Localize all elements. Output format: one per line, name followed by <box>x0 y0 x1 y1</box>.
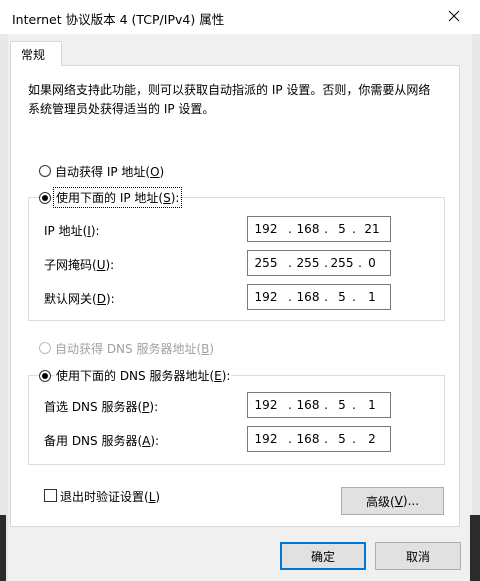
tab-label: 常规 <box>21 48 46 62</box>
background-window-edge <box>472 34 480 581</box>
manual-dns-radio[interactable] <box>39 370 51 382</box>
subnet-mask-input[interactable]: 255. 255. 255. 0 <box>247 250 391 276</box>
ok-button[interactable]: 确定 <box>280 542 366 570</box>
auto-dns-radio[interactable] <box>39 342 51 354</box>
manual-ip-label[interactable]: 使用下面的 IP 地址(S): <box>52 187 183 208</box>
close-button[interactable] <box>440 2 468 30</box>
manual-dns-label[interactable]: 使用下面的 DNS 服务器地址(E): <box>55 367 232 384</box>
preferred-dns-input[interactable]: 192. 168. 5. 1 <box>247 392 391 418</box>
alternate-dns-input[interactable]: 192. 168. 5. 2 <box>247 426 391 452</box>
description-text: 如果网络支持此功能，则可以获取自动指派的 IP 设置。否则，你需要从网络系统管理… <box>28 83 431 116</box>
close-icon <box>448 10 460 22</box>
background-window-edge <box>0 515 6 581</box>
background-window-edge <box>470 515 480 581</box>
auto-dns-label[interactable]: 自动获得 DNS 服务器地址(B) <box>55 340 214 357</box>
alternate-dns-label: 备用 DNS 服务器(A): <box>44 434 160 448</box>
ip-address-input[interactable]: 192. 168. 5. 21 <box>247 216 391 242</box>
cancel-button[interactable]: 取消 <box>375 542 461 570</box>
subnet-mask-label: 子网掩码(U): <box>44 258 115 272</box>
preferred-dns-label: 首选 DNS 服务器(P): <box>44 400 159 414</box>
validate-on-exit-label[interactable]: 退出时验证设置(L) <box>60 488 160 505</box>
auto-ip-radio[interactable] <box>39 165 51 177</box>
manual-ip-radio[interactable] <box>39 192 51 204</box>
auto-ip-label[interactable]: 自动获得 IP 地址(O) <box>55 163 164 180</box>
default-gateway-input[interactable]: 192. 168. 5. 1 <box>247 284 391 310</box>
tab-general[interactable]: 常规 <box>10 41 62 66</box>
default-gateway-label: 默认网关(D): <box>44 292 115 306</box>
ip-address-label: IP 地址(I): <box>44 224 100 238</box>
advanced-button[interactable]: 高级(V)... <box>341 487 444 515</box>
window-title: Internet 协议版本 4 (TCP/IPv4) 属性 <box>12 12 225 27</box>
background-window-edge <box>0 34 8 581</box>
validate-on-exit-checkbox[interactable] <box>44 489 57 502</box>
